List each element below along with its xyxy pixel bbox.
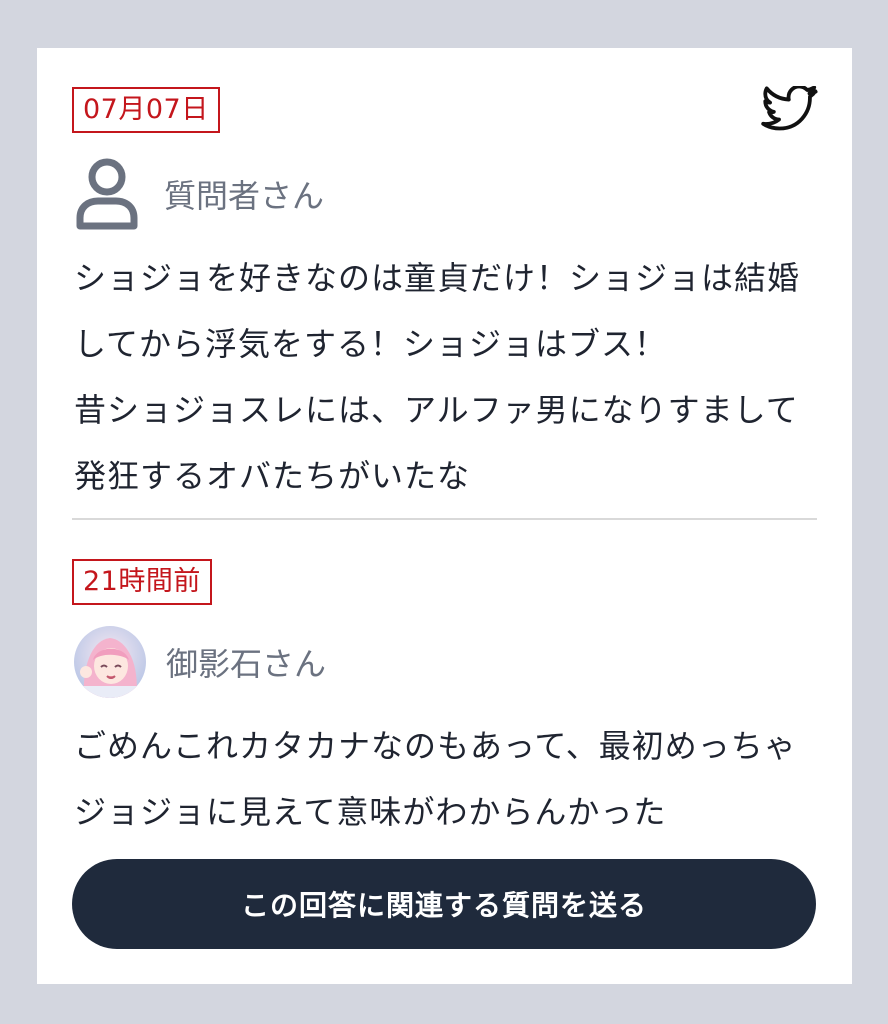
answerer-name: 御影石さん — [166, 645, 327, 683]
divider — [72, 518, 817, 520]
question-text: ショジョを好きなのは童貞だけ！ショジョは結婚してから浮気をする！ショジョはブス！… — [74, 245, 819, 509]
question-text-content: ショジョを好きなのは童貞だけ！ショジョは結婚してから浮気をする！ショジョはブス！… — [74, 259, 801, 495]
answer-user-row: 御影石さん — [74, 626, 326, 698]
question-date-badge: 07月07日 — [72, 87, 220, 133]
questioner-name: 質問者さん — [164, 177, 325, 215]
user-icon — [76, 158, 138, 230]
anime-avatar-icon — [74, 626, 146, 698]
question-user-row: 質問者さん — [74, 158, 324, 230]
avatar[interactable] — [74, 626, 146, 698]
answer-text: ごめんこれカタカナなのもあって、最初めっちゃジョジョに見えて意味がわからんかった — [74, 727, 797, 831]
send-related-question-button[interactable]: この回答に関連する質問を送る — [72, 859, 816, 949]
twitter-icon[interactable] — [761, 86, 818, 134]
answer-date-badge: 21時間前 — [72, 559, 212, 605]
answer-card: 07月07日 質問者さん ショジョを好きなのは童貞だけ！ショジョは結婚してから浮… — [37, 48, 852, 984]
